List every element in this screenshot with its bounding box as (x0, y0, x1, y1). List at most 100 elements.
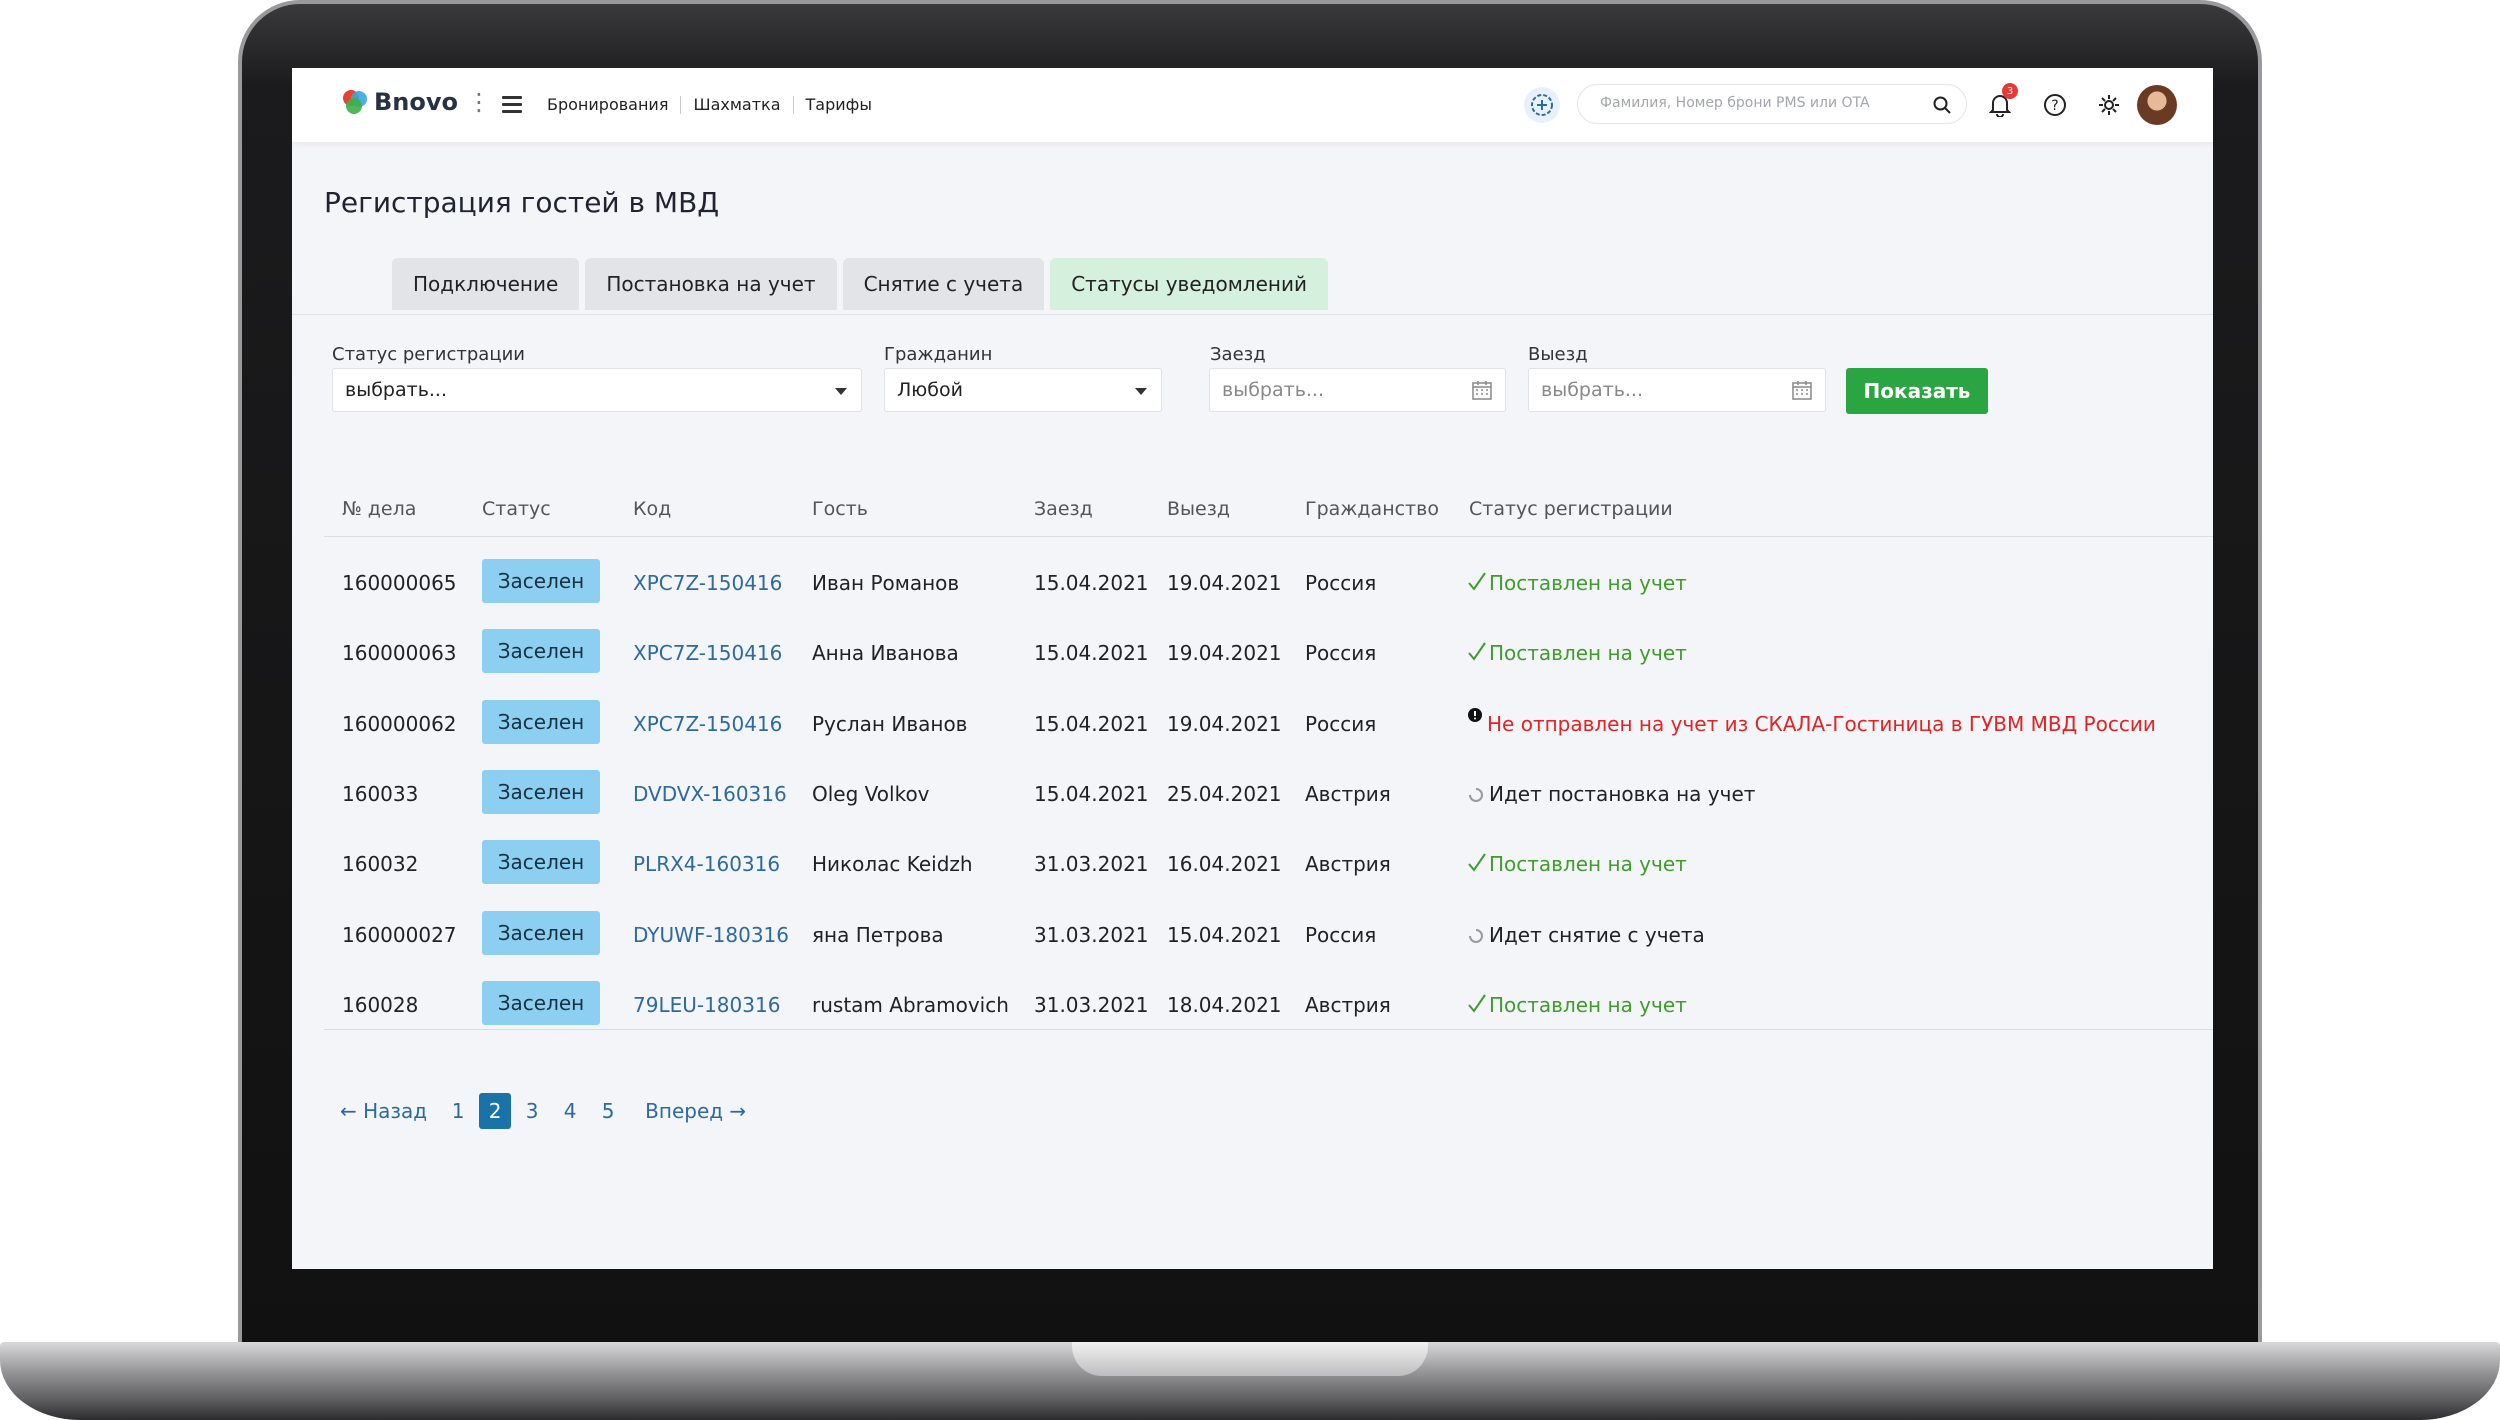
avatar[interactable] (2137, 85, 2177, 125)
status-badge: Заселен (482, 769, 600, 814)
tab-notification-statuses[interactable]: Статусы уведомлений (1050, 258, 1328, 310)
col-header-citizenship: Гражданство (1305, 498, 1439, 520)
page-link-3[interactable]: 3 (515, 1093, 549, 1129)
checkin-label: Заезд (1210, 344, 1266, 365)
pagination: ← Назад 1 2 3 4 5 Вперед → (340, 1093, 746, 1129)
col-header-checkout: Выезд (1167, 498, 1230, 520)
cell-guest: Руслан Иванов (812, 711, 968, 736)
reg-status-text: Поставлен на учет (1489, 992, 1687, 1017)
cell-case: 160000027 (342, 922, 457, 947)
show-button[interactable]: Показать (1846, 368, 1988, 414)
col-header-code: Код (633, 498, 672, 520)
tab-registration[interactable]: Постановка на учет (585, 258, 837, 310)
col-header-status: Статус (482, 498, 551, 520)
check-icon (1467, 852, 1487, 879)
help-button[interactable]: ? (2037, 87, 2073, 123)
add-circle-icon[interactable] (1524, 87, 1560, 123)
cell-checkout: 19.04.2021 (1167, 571, 1282, 595)
cell-guest: Анна Иванова (812, 641, 959, 666)
nav-item-bookings[interactable]: Бронирования (547, 95, 668, 114)
cell-guest: Иван Романов (812, 571, 960, 595)
chevron-down-icon (835, 388, 847, 395)
search-input[interactable] (1598, 94, 1922, 112)
cell-code[interactable]: DVDVX-160316 (633, 782, 787, 806)
prev-page-link[interactable]: ← Назад (340, 1099, 427, 1123)
brand-name: Bnovo (374, 88, 458, 116)
cell-case: 160028 (342, 992, 419, 1017)
next-page-link[interactable]: Вперед → (645, 1099, 746, 1123)
page-link-current[interactable]: 2 (479, 1093, 512, 1129)
cell-citizenship: Россия (1305, 711, 1377, 736)
cell-citizenship: Россия (1305, 641, 1377, 666)
cell-guest: яна Петрова (812, 922, 944, 947)
tab-connection[interactable]: Подключение (392, 258, 580, 310)
logo-mark-icon (343, 90, 367, 114)
col-header-case: № дела (342, 498, 417, 520)
page-link-5[interactable]: 5 (591, 1093, 625, 1129)
cell-checkin: 15.04.2021 (1034, 711, 1149, 736)
check-icon (1467, 571, 1487, 598)
cell-case: 160033 (342, 781, 419, 806)
status-badge: Заселен (482, 910, 600, 955)
main-nav: Бронирования Шахматка Тарифы (547, 95, 872, 114)
tab-deregistration[interactable]: Снятие с учета (842, 258, 1045, 310)
check-icon (1467, 993, 1487, 1020)
reg-status-value: выбрать... (345, 379, 448, 401)
table-row[interactable]: 160033 DVDVX-160316 Oleg Volkov 15.04.2021 2… (292, 758, 2213, 828)
col-header-reg-status: Статус регистрации (1469, 498, 1673, 520)
app-screen: Bnovo ⋮ Бронирования Шахматка Тарифы Фам… (292, 68, 2213, 1269)
citizen-select[interactable]: Любой (884, 368, 1162, 412)
brand-logo[interactable]: Bnovo (342, 88, 458, 116)
citizen-label: Гражданин (884, 344, 993, 365)
table-row[interactable]: 160032 PLRX4-160316 Николас Keidzh 31.03.20… (292, 828, 2213, 898)
chevron-down-icon (1135, 388, 1147, 395)
cell-code[interactable]: 79LEU-180316 (633, 993, 780, 1017)
checkout-placeholder: выбрать... (1541, 379, 1644, 401)
col-header-guest: Гость (812, 498, 868, 520)
table-row[interactable]: 160000027 DYUWF-180316 яна Петрова 31.03.20… (292, 899, 2213, 969)
cell-code[interactable]: DYUWF-180316 (633, 923, 789, 947)
alert-icon (1467, 706, 1483, 733)
page-link-4[interactable]: 4 (553, 1093, 587, 1129)
cell-checkin: 15.04.2021 (1034, 781, 1149, 806)
search-icon[interactable] (1932, 95, 1952, 115)
citizen-value: Любой (897, 379, 963, 401)
cell-guest: rustam Abramovich (812, 992, 1009, 1017)
cell-case: 160000062 (342, 711, 457, 736)
checkout-date-field[interactable]: выбрать... (1528, 368, 1826, 412)
page-link-1[interactable]: 1 (441, 1093, 475, 1129)
nav-divider (792, 95, 794, 114)
cell-code[interactable]: XPC7Z-150416 (633, 571, 782, 595)
table-row[interactable]: 160000065 XPC7Z-150416 Иван Романов 15.04.2… (292, 547, 2213, 617)
hamburger-icon[interactable] (502, 96, 522, 117)
checkin-date-field[interactable]: выбрать... (1209, 368, 1506, 412)
table-row[interactable]: 160000062 XPC7Z-150416 Руслан Иванов 15.04.… (292, 688, 2213, 758)
nav-divider (680, 95, 682, 114)
nav-item-rates[interactable]: Тарифы (806, 95, 872, 114)
reg-status-text: Идет снятие с учета (1489, 922, 1705, 947)
reg-status-select[interactable]: выбрать... (332, 368, 862, 412)
table-row[interactable]: 160000063 XPC7Z-150416 Анна Иванова 15.04.2… (292, 617, 2213, 687)
cell-citizenship: Россия (1305, 922, 1377, 947)
calendar-icon[interactable] (1471, 379, 1493, 401)
calendar-icon[interactable] (1791, 379, 1813, 401)
cell-code[interactable]: XPC7Z-150416 (633, 712, 782, 736)
status-badge: Заселен (482, 699, 600, 744)
reg-status-text: Поставлен на учет (1489, 852, 1687, 877)
tabs-divider (292, 314, 2213, 315)
nav-item-chess[interactable]: Шахматка (693, 95, 780, 114)
notifications-button[interactable]: 3 (1982, 83, 2018, 123)
status-badge: Заселен (482, 629, 600, 674)
reg-status-text: Не отправлен на учет из СКАЛА-Гостиница … (1487, 711, 2156, 736)
search-box (1577, 84, 1967, 124)
cell-code[interactable]: XPC7Z-150416 (633, 641, 782, 665)
reg-status-label: Статус регистрации (332, 344, 525, 365)
cell-checkout: 15.04.2021 (1167, 922, 1282, 947)
spinner-icon (1467, 923, 1485, 950)
cell-code[interactable]: PLRX4-160316 (633, 852, 780, 876)
cell-citizenship: Австрия (1305, 852, 1391, 877)
cell-checkin: 31.03.2021 (1034, 852, 1149, 877)
settings-button[interactable] (2091, 87, 2127, 123)
cell-guest: Oleg Volkov (812, 781, 930, 806)
kebab-icon[interactable]: ⋮ (467, 88, 491, 116)
